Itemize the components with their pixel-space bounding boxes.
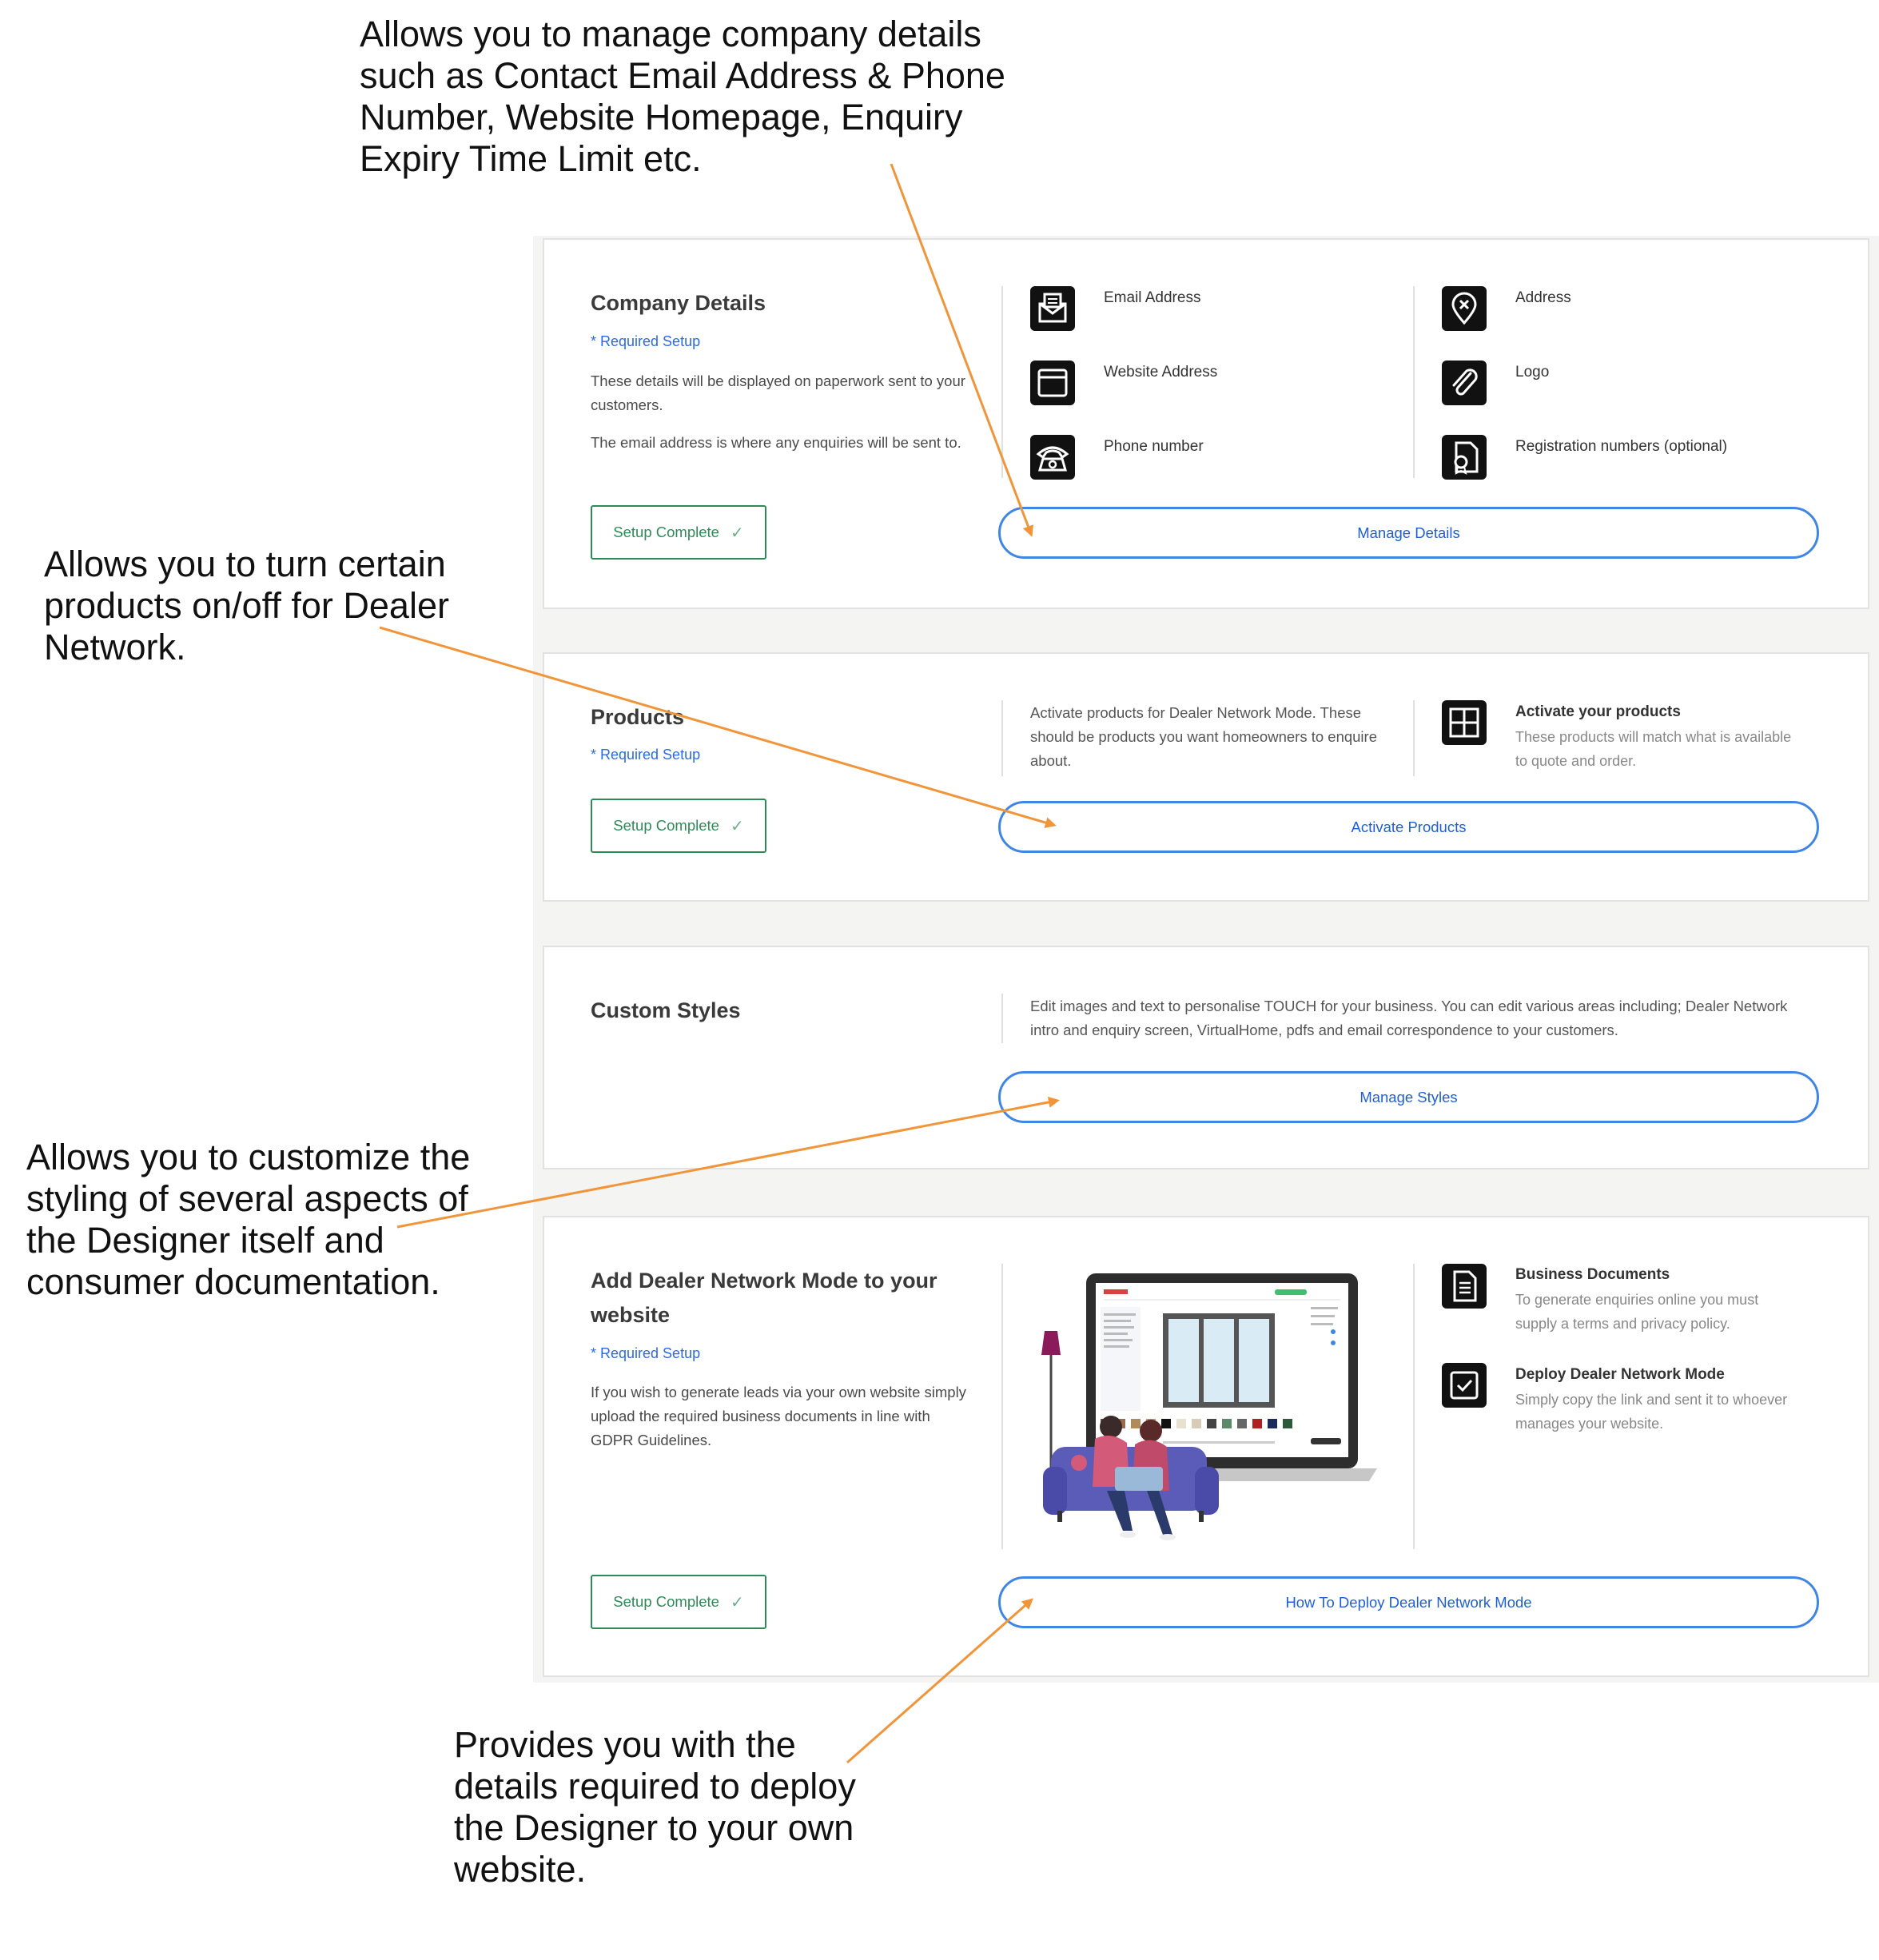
arrow-deploy [846,1598,1033,1764]
arrow-products [379,626,1057,828]
arrow-styles [396,1097,1060,1229]
arrow-company [890,163,1034,537]
annotation-arrows [379,163,1060,1764]
